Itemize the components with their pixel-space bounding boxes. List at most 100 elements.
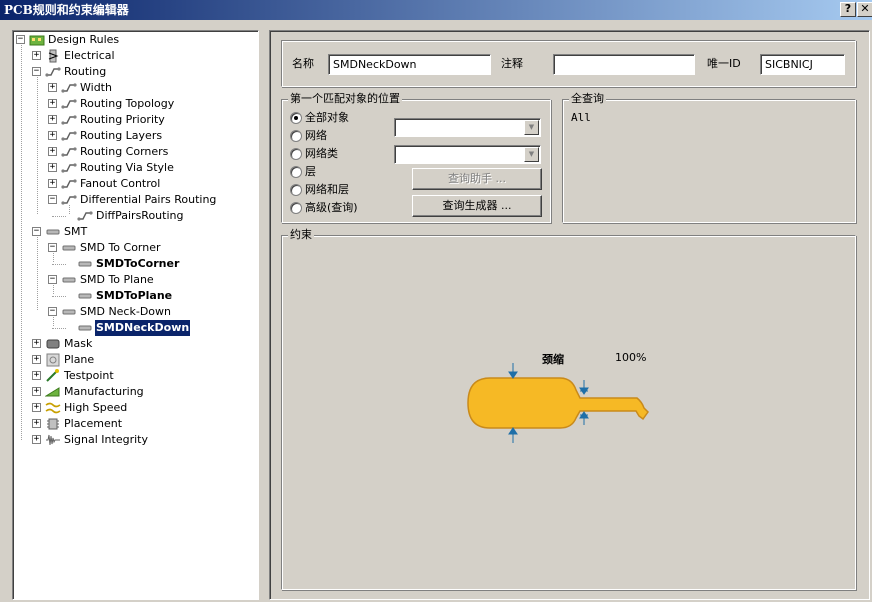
collapse-icon[interactable]: − (32, 227, 41, 236)
smt-rule-icon (78, 325, 92, 331)
manufacturing-icon (45, 387, 60, 397)
tree-item[interactable]: + High Speed (12, 400, 257, 416)
tree-item[interactable]: + Routing Priority (12, 112, 257, 128)
tree-rows: − Design Rules + Electrical − Routing + Width + R… (12, 30, 259, 600)
expand-icon[interactable]: + (32, 435, 41, 444)
expand-icon[interactable]: + (32, 419, 41, 428)
routing-rule-icon (61, 179, 77, 189)
tree-item[interactable]: + Width (12, 80, 257, 96)
tree-item-label: Routing Corners (80, 145, 169, 158)
radio-label[interactable]: 网络类 (305, 147, 338, 161)
collapse-icon[interactable]: − (48, 275, 57, 284)
uid-field[interactable]: SICBNICJ (760, 54, 845, 75)
tree-item[interactable]: + Signal Integrity (12, 432, 257, 448)
comment-label: 注释 (501, 57, 523, 70)
tree-item[interactable]: + Routing Corners (12, 144, 257, 160)
query-builder-button[interactable]: 查询生成器 ... (412, 195, 542, 217)
tree-item[interactable]: − Design Rules (12, 32, 257, 48)
net-combo[interactable]: ▼ (394, 118, 541, 137)
radio-label[interactable]: 网络 (305, 129, 327, 143)
tree-item[interactable]: + Routing Layers (12, 128, 257, 144)
radio-button[interactable] (290, 112, 302, 124)
radio-label[interactable]: 网络和层 (305, 183, 349, 197)
query-helper-button[interactable]: 查询助手 ... (412, 168, 542, 190)
tree-item[interactable]: + Placement (12, 416, 257, 432)
expand-icon[interactable]: + (32, 387, 41, 396)
collapse-icon[interactable]: − (32, 67, 41, 76)
expand-icon[interactable]: + (32, 355, 41, 364)
expand-icon[interactable]: + (32, 403, 41, 412)
signal-integrity-icon (46, 434, 60, 446)
tree-item[interactable]: + Plane (12, 352, 257, 368)
tree-item[interactable]: − SMD To Corner (12, 240, 257, 256)
close-button[interactable]: ✕ (857, 2, 872, 17)
tree-item[interactable]: SMDNeckDown (12, 320, 257, 336)
tree-item[interactable]: + Testpoint (12, 368, 257, 384)
tree-item-label: Mask (64, 337, 93, 350)
tree-item-label: Manufacturing (64, 385, 144, 398)
routing-rule-icon (61, 83, 77, 93)
chevron-down-icon[interactable]: ▼ (524, 147, 539, 162)
tree-item[interactable]: + Routing Via Style (12, 160, 257, 176)
expand-icon[interactable]: + (48, 83, 57, 92)
neckdown-label: 颈缩 (542, 353, 564, 366)
neckdown-value[interactable]: 100% (615, 351, 646, 365)
collapse-icon[interactable]: − (16, 35, 25, 44)
constraints-group: 约束 颈缩 100% (281, 228, 856, 590)
tree-item[interactable]: SMDToPlane (12, 288, 257, 304)
tree-item-label: Signal Integrity (64, 433, 148, 446)
first-match-group: 第一个匹配对象的位置 全部对象 网络 网络类层网络和层 高级(查询) ▼ ▼ 查询助手… (281, 92, 551, 223)
expand-icon[interactable]: + (48, 179, 57, 188)
tree-item[interactable]: DiffPairsRouting (12, 208, 257, 224)
tree-item[interactable]: + Electrical (12, 48, 257, 64)
radio-button[interactable] (290, 148, 302, 160)
tree-item[interactable]: − SMT (12, 224, 257, 240)
radio-button[interactable] (290, 166, 302, 178)
expand-icon[interactable]: + (32, 51, 41, 60)
neckdown-pad-shape (467, 377, 649, 429)
radio-button[interactable] (290, 130, 302, 142)
tree-item-label: SMD To Corner (80, 241, 161, 254)
expand-icon[interactable]: + (32, 371, 41, 380)
routing-rule-icon (61, 147, 77, 157)
collapse-icon[interactable]: − (48, 307, 57, 316)
full-query-text[interactable]: All (571, 111, 591, 125)
comment-field[interactable] (553, 54, 695, 75)
expand-icon[interactable]: + (48, 99, 57, 108)
radio-button[interactable] (290, 184, 302, 196)
help-button[interactable]: ? (840, 2, 856, 17)
tree-item[interactable]: + Routing Topology (12, 96, 257, 112)
expand-icon[interactable]: + (48, 131, 57, 140)
expand-icon[interactable]: + (48, 147, 57, 156)
tree-item-label: Routing Via Style (80, 161, 174, 174)
tree-item-label: Routing (64, 65, 107, 78)
netclass-combo[interactable]: ▼ (394, 145, 541, 164)
tree-item-label: Routing Topology (80, 97, 175, 110)
collapse-icon[interactable]: − (48, 243, 57, 252)
radio-label[interactable]: 全部对象 (305, 111, 349, 125)
radio-button[interactable] (290, 202, 302, 214)
tree-item[interactable]: − Routing (12, 64, 257, 80)
tree-item-label: Routing Priority (80, 113, 165, 126)
name-field[interactable]: SMDNeckDown (328, 54, 491, 75)
plane-icon (46, 353, 60, 367)
tree-item[interactable]: − SMD Neck-Down (12, 304, 257, 320)
expand-icon[interactable]: + (48, 163, 57, 172)
routing-rule-icon (61, 195, 77, 205)
tree-item[interactable]: − SMD To Plane (12, 272, 257, 288)
smt-rule-icon (78, 261, 92, 267)
radio-label[interactable]: 层 (305, 165, 316, 179)
expand-icon[interactable]: + (32, 339, 41, 348)
full-query-group: 全查询 All (562, 92, 856, 223)
chevron-down-icon[interactable]: ▼ (524, 120, 539, 135)
radio-label[interactable]: 高级(查询) (305, 201, 358, 215)
collapse-icon[interactable]: − (48, 195, 57, 204)
tree-item-label: Testpoint (64, 369, 114, 382)
tree-item[interactable]: + Fanout Control (12, 176, 257, 192)
tree-item[interactable]: + Mask (12, 336, 257, 352)
tree-item[interactable]: SMDToCorner (12, 256, 257, 272)
tree-item[interactable]: + Manufacturing (12, 384, 257, 400)
tree-item[interactable]: − Differential Pairs Routing (12, 192, 257, 208)
expand-icon[interactable]: + (48, 115, 57, 124)
routing-rule-icon (61, 99, 77, 109)
